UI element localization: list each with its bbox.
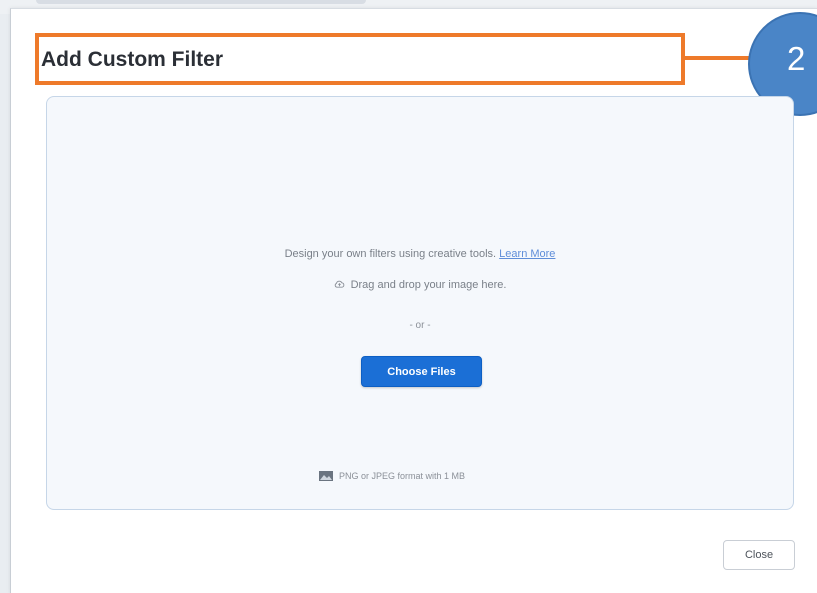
file-drop-zone[interactable] [46, 96, 794, 510]
screenshot-stage: Add Custom Filter 2 Design your own filt… [0, 0, 817, 593]
close-button[interactable]: Close [723, 540, 795, 570]
design-description: Design your own filters using creative t… [0, 248, 817, 260]
image-icon [319, 471, 333, 481]
annotation-highlight-box [35, 33, 685, 85]
upload-cloud-icon [334, 280, 344, 288]
annotation-number: 2 [787, 40, 806, 77]
format-note: PNG or JPEG format with 1 MB [319, 471, 465, 481]
drag-drop-hint: Drag and drop your image here. [0, 279, 817, 291]
design-description-text: Design your own filters using creative t… [284, 248, 497, 260]
blurred-background-text [36, 0, 366, 4]
choose-files-button[interactable]: Choose Files [361, 356, 482, 387]
or-separator: - or - [409, 320, 431, 331]
drag-drop-text: Drag and drop your image here. [350, 279, 507, 291]
learn-more-link[interactable]: Learn More [499, 248, 555, 260]
format-note-text: PNG or JPEG format with 1 MB [339, 471, 466, 481]
annotation-connector-line [685, 56, 757, 60]
